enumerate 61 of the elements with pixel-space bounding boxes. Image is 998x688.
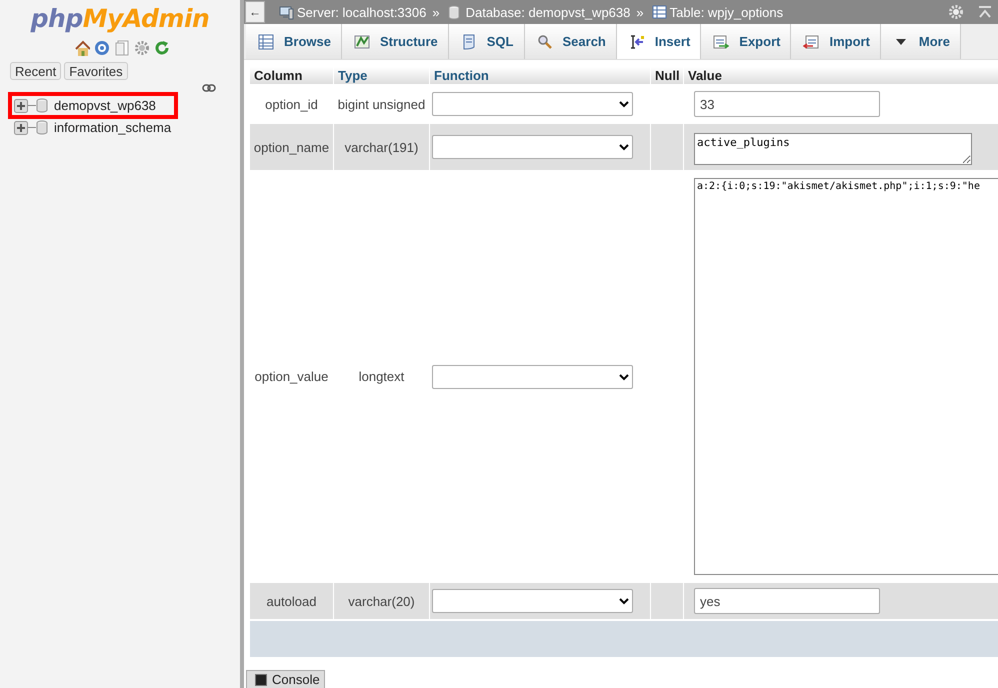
tab[interactable]: More [880,24,961,59]
value-textarea[interactable]: active_plugins [694,133,972,165]
database-icon [36,98,48,113]
tab[interactable]: Insert [616,24,702,59]
tab[interactable]: Structure [342,24,449,59]
value-field[interactable]: yes [694,588,880,614]
function-dropdown[interactable] [432,135,633,159]
collapse-icon[interactable] [978,5,992,19]
table-cell: varchar(20) [348,594,415,608]
function-dropdown[interactable] [432,589,633,613]
insert-icon [628,34,645,50]
link-icon[interactable] [202,84,216,92]
table-cell: autoload [266,594,316,608]
table-cell: option_name [254,140,330,154]
home-icon[interactable] [74,40,90,56]
tab[interactable]: SQL [448,24,524,59]
column-header: Value [688,68,722,83]
logo[interactable]: phpMyAdmin [30,0,210,33]
import-icon [803,34,820,50]
scroll-icon [460,34,477,50]
table-cell: option_id [265,96,318,112]
function-dropdown[interactable] [432,92,633,116]
expand-icon[interactable] [14,98,28,112]
search-icon [536,34,552,50]
breadcrumb-separator: » [432,4,440,20]
reload-icon[interactable] [154,40,170,56]
table-icon [258,34,274,50]
tree-item[interactable]: demopvst_wp638 [8,92,178,119]
help-icon[interactable] [94,40,110,56]
value-field[interactable]: 33 [694,91,880,117]
tree-line-icon [28,105,36,106]
expand-icon[interactable] [14,120,28,134]
back-button[interactable]: ← [245,1,265,23]
console-button[interactable]: Console [246,670,325,688]
breadcrumb-link[interactable]: Table: wpjy_options [670,4,784,20]
console-icon [255,674,267,686]
table-icon [652,4,667,20]
computer-icon [279,4,294,20]
sidebar-button[interactable]: Recent [10,62,62,80]
tab[interactable]: Search [524,24,617,59]
database-icon [36,120,48,135]
value-textarea[interactable]: a:2:{i:0;s:19:"akismet/akismet.php";i:1;s:9:"he [694,178,998,575]
table-cell: option_value [254,369,328,384]
column-header: Null [655,68,680,83]
breadcrumb-link[interactable]: Server: localhost:3306 [297,4,426,20]
table-cell: bigint unsigned [338,96,426,112]
tree-line-icon [28,127,36,128]
tab[interactable]: Browse [246,24,342,59]
column-header: Column [254,68,302,83]
chart-icon [354,34,370,50]
sidebar-button[interactable]: Favorites [64,62,128,80]
tab[interactable]: Import [791,24,881,59]
export-icon [713,34,730,50]
breadcrumb-separator: » [636,4,644,20]
documents-icon[interactable] [114,40,130,56]
table-cell: longtext [358,369,404,384]
table-cell: varchar(191) [344,140,418,154]
settings-icon[interactable] [134,40,150,56]
tab[interactable]: Export [701,24,792,59]
breadcrumb-link[interactable]: Database: demopvst_wp638 [466,4,630,20]
function-dropdown[interactable] [432,364,633,388]
